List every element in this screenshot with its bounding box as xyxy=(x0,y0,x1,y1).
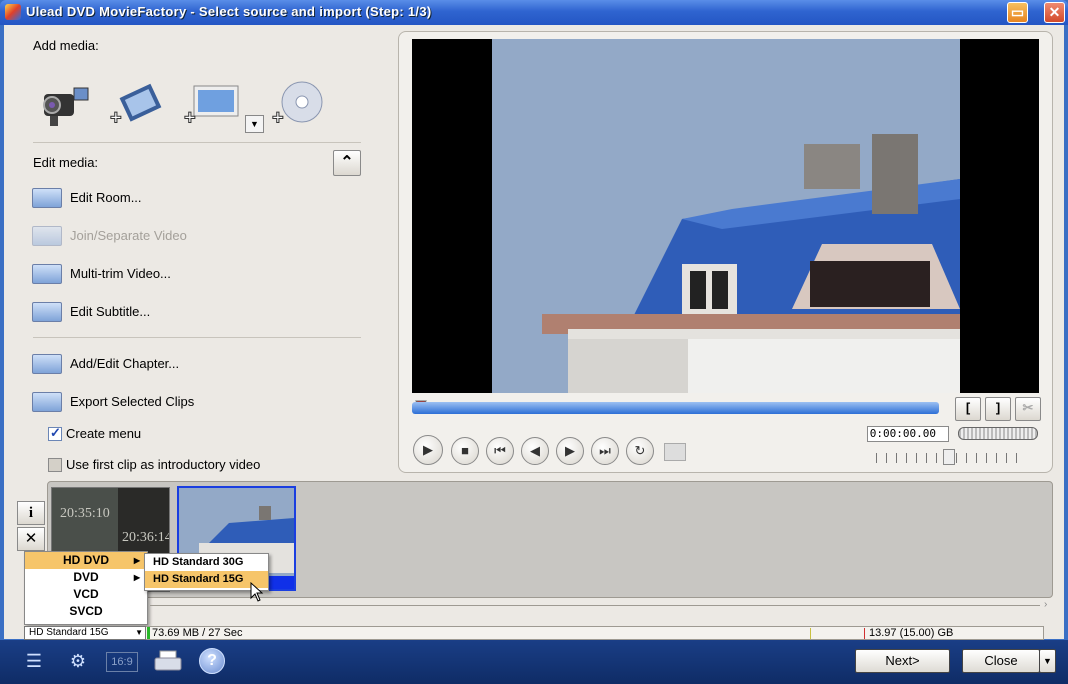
create-menu-label: Create menu xyxy=(66,426,142,441)
scroll-right-icon[interactable]: › xyxy=(1044,599,1047,610)
edit-room-item[interactable]: Edit Room... xyxy=(30,183,142,211)
create-menu-checkbox[interactable]: Create menu xyxy=(48,425,142,441)
svg-text:+: + xyxy=(272,107,284,128)
timeline-bar[interactable] xyxy=(412,402,939,414)
edit-room-icon xyxy=(30,183,64,211)
add-media-label: Add media: xyxy=(33,38,99,53)
timecode-field[interactable]: 0:00:00.00 xyxy=(867,426,949,442)
intro-video-checkbox[interactable]: Use first clip as introductory video xyxy=(48,457,260,472)
menu-item-svcd[interactable]: SVCD xyxy=(25,603,147,620)
info-button[interactable]: i xyxy=(17,501,45,525)
mark-in-button[interactable]: [ xyxy=(955,397,981,421)
checkbox-box[interactable] xyxy=(48,425,62,441)
add-disc-icon[interactable]: + xyxy=(272,80,326,130)
checkbox-box[interactable] xyxy=(48,457,62,472)
settings-icon[interactable]: ⚙ xyxy=(62,648,94,674)
window-close-button[interactable]: ✕ xyxy=(1044,2,1065,23)
image-source-dropdown[interactable]: ▼ xyxy=(245,115,264,133)
go-to-end-button[interactable]: ⏭ xyxy=(591,437,619,465)
export-clips-item[interactable]: Export Selected Clips xyxy=(30,387,194,415)
add-edit-chapter-item[interactable]: Add/Edit Chapter... xyxy=(30,349,179,377)
menu-item-dvd[interactable]: DVD ▶ xyxy=(25,569,147,586)
menu-item-vcd[interactable]: VCD xyxy=(25,586,147,603)
jog-wheel[interactable] xyxy=(958,427,1038,440)
minimize-button[interactable]: ▭ xyxy=(1007,2,1028,23)
previous-frame-button[interactable]: ◀ xyxy=(521,437,549,465)
subtitle-icon xyxy=(30,297,64,325)
next-frame-button[interactable]: ▶ xyxy=(556,437,584,465)
collapse-button[interactable]: ⌃ xyxy=(333,150,361,176)
join-separate-item[interactable]: Join/Separate Video xyxy=(30,221,187,249)
svg-text:+: + xyxy=(110,107,122,128)
chevron-down-icon: ▼ xyxy=(135,628,143,637)
join-separate-label: Join/Separate Video xyxy=(70,227,187,243)
separator xyxy=(33,337,361,338)
capacity-label: 13.97 (15.00) GB xyxy=(869,627,954,639)
stop-button[interactable]: ■ xyxy=(451,437,479,465)
multi-trim-label: Multi-trim Video... xyxy=(70,265,171,281)
shuttle-slider[interactable] xyxy=(943,449,955,465)
app-icon xyxy=(5,4,21,20)
go-to-start-button[interactable]: ⏮ xyxy=(486,437,514,465)
disc-format-menu[interactable]: HD DVD ▶ DVD ▶ VCD SVCD xyxy=(24,551,148,625)
join-separate-icon xyxy=(30,221,64,249)
submenu-arrow-icon: ▶ xyxy=(133,556,140,565)
mouse-cursor-icon xyxy=(250,581,264,602)
disc-type-select[interactable]: HD Standard 15G ▼ xyxy=(24,626,146,640)
cut-button[interactable]: ✂ xyxy=(1015,397,1041,421)
video-preview[interactable] xyxy=(412,39,1039,393)
menu-item-hd-standard-30g[interactable]: HD Standard 30G xyxy=(145,554,268,571)
chapter-icon xyxy=(30,349,64,377)
edit-room-label: Edit Room... xyxy=(70,189,142,205)
mark-out-button[interactable]: ] xyxy=(985,397,1011,421)
play-button[interactable]: ▶ xyxy=(413,435,443,465)
repeat-button[interactable]: ↻ xyxy=(626,437,654,465)
delete-button[interactable]: ✕ xyxy=(17,527,45,551)
export-clips-label: Export Selected Clips xyxy=(70,393,195,409)
edit-media-label: Edit media: xyxy=(33,155,99,170)
separator xyxy=(33,142,361,143)
video-frame xyxy=(492,39,960,393)
aspect-ratio-icon[interactable]: 16:9 xyxy=(106,652,138,672)
multi-trim-item[interactable]: Multi-trim Video... xyxy=(30,259,171,287)
close-button[interactable]: Close xyxy=(962,649,1040,673)
disc-type-value: HD Standard 15G xyxy=(29,627,109,638)
next-button[interactable]: Next> xyxy=(855,649,950,673)
window-title: Ulead DVD MovieFactory - Select source a… xyxy=(26,4,432,19)
svg-text:+: + xyxy=(184,107,196,128)
add-edit-chapter-label: Add/Edit Chapter... xyxy=(70,355,180,371)
clip-timestamp: 20:35:10 xyxy=(60,506,110,521)
menu-item-hd-dvd[interactable]: HD DVD ▶ xyxy=(25,552,147,569)
intro-video-label: Use first clip as introductory video xyxy=(66,457,261,472)
edit-subtitle-label: Edit Subtitle... xyxy=(70,303,151,319)
export-icon xyxy=(30,387,64,415)
multi-trim-icon xyxy=(30,259,64,287)
printer-icon[interactable] xyxy=(152,648,184,674)
usage-meter-fill xyxy=(147,627,150,639)
clip-timestamp: 20:36:14 xyxy=(122,530,170,545)
capacity-marker xyxy=(810,628,811,639)
add-image-icon[interactable]: + xyxy=(184,82,244,130)
separator xyxy=(150,605,1040,606)
fullscreen-button[interactable] xyxy=(664,443,686,461)
submenu-arrow-icon: ▶ xyxy=(133,573,140,582)
help-icon[interactable]: ? xyxy=(199,648,225,674)
menu-list-icon[interactable]: ☰ xyxy=(18,648,50,674)
used-space-label: 73.69 MB / 27 Sec xyxy=(152,627,243,639)
capacity-limit-marker xyxy=(864,628,865,639)
add-video-icon[interactable]: + xyxy=(110,80,166,130)
edit-subtitle-item[interactable]: Edit Subtitle... xyxy=(30,297,150,325)
camcorder-icon[interactable] xyxy=(38,80,92,128)
close-options-dropdown[interactable]: ▼ xyxy=(1039,649,1056,673)
